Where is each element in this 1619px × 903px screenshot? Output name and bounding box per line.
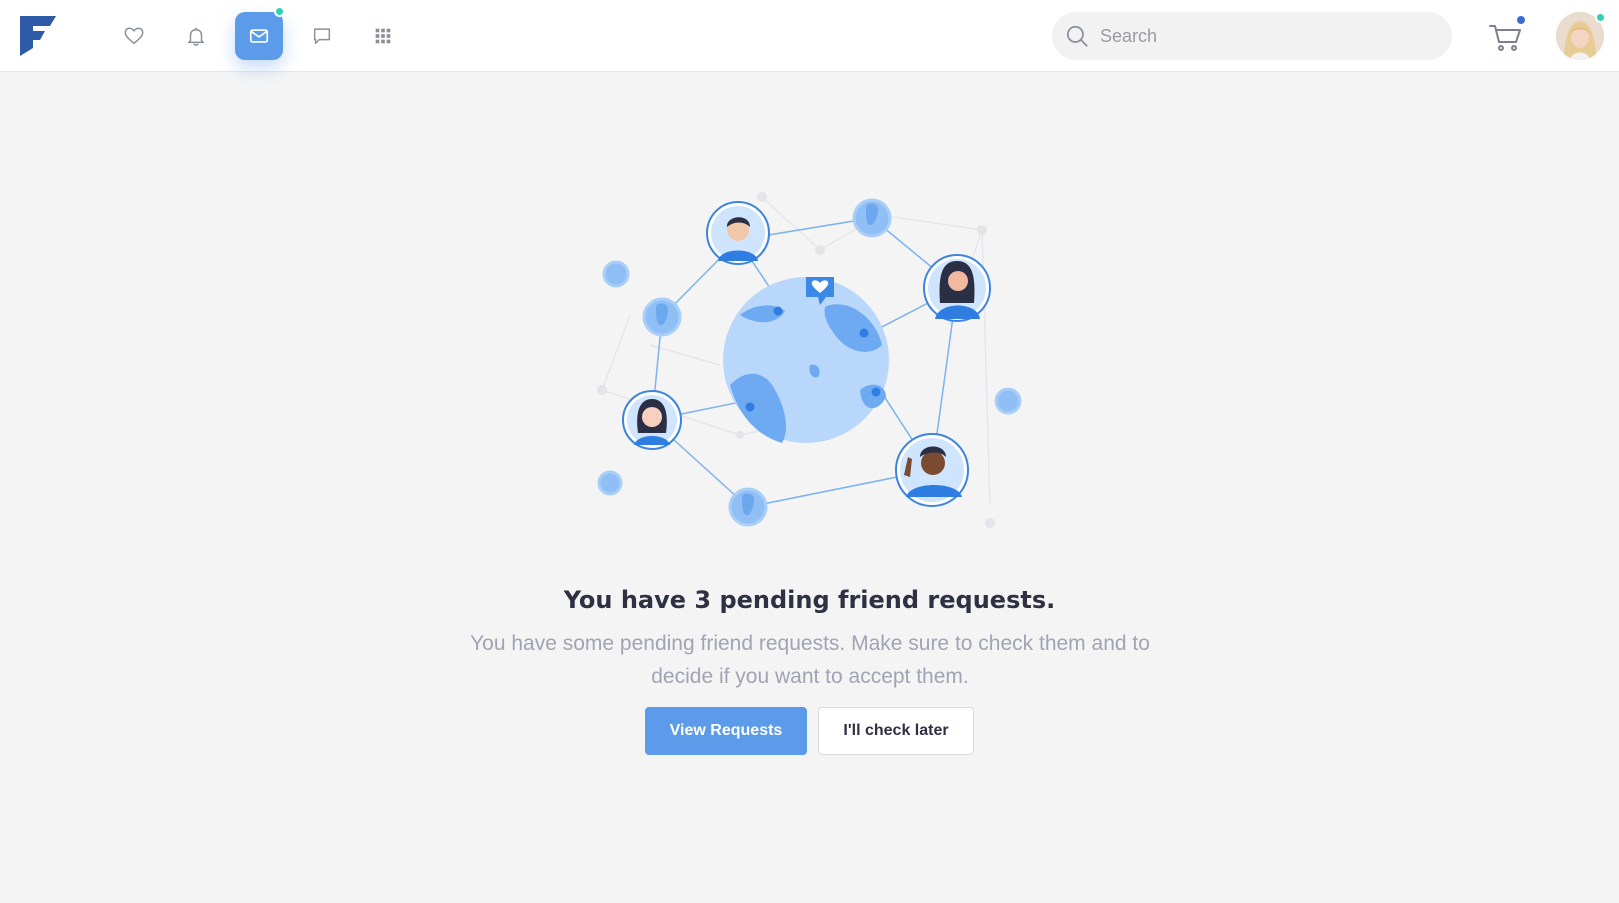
- social-network-illustration: [597, 192, 1022, 528]
- check-later-button[interactable]: I'll check later: [818, 707, 974, 755]
- bell-icon[interactable]: [172, 12, 220, 60]
- logo-icon[interactable]: [20, 16, 56, 56]
- top-navbar: [0, 0, 1619, 72]
- cart-badge-dot: [1515, 14, 1527, 26]
- notification-dot: [274, 6, 285, 17]
- cart-button[interactable]: [1488, 14, 1527, 54]
- chat-bubble-icon[interactable]: [298, 12, 346, 60]
- page-headline: You have 3 pending friend requests.: [563, 586, 1056, 614]
- online-status-dot: [1595, 12, 1606, 23]
- page-subtitle: You have some pending friend requests. M…: [470, 632, 1150, 688]
- view-requests-button[interactable]: View Requests: [645, 707, 807, 755]
- apps-grid-icon[interactable]: [359, 12, 407, 60]
- heart-icon[interactable]: [110, 12, 158, 60]
- mail-icon[interactable]: [235, 6, 285, 60]
- search-bar: [1052, 12, 1452, 60]
- search-icon: [1066, 25, 1088, 47]
- search-input[interactable]: [1100, 25, 1420, 47]
